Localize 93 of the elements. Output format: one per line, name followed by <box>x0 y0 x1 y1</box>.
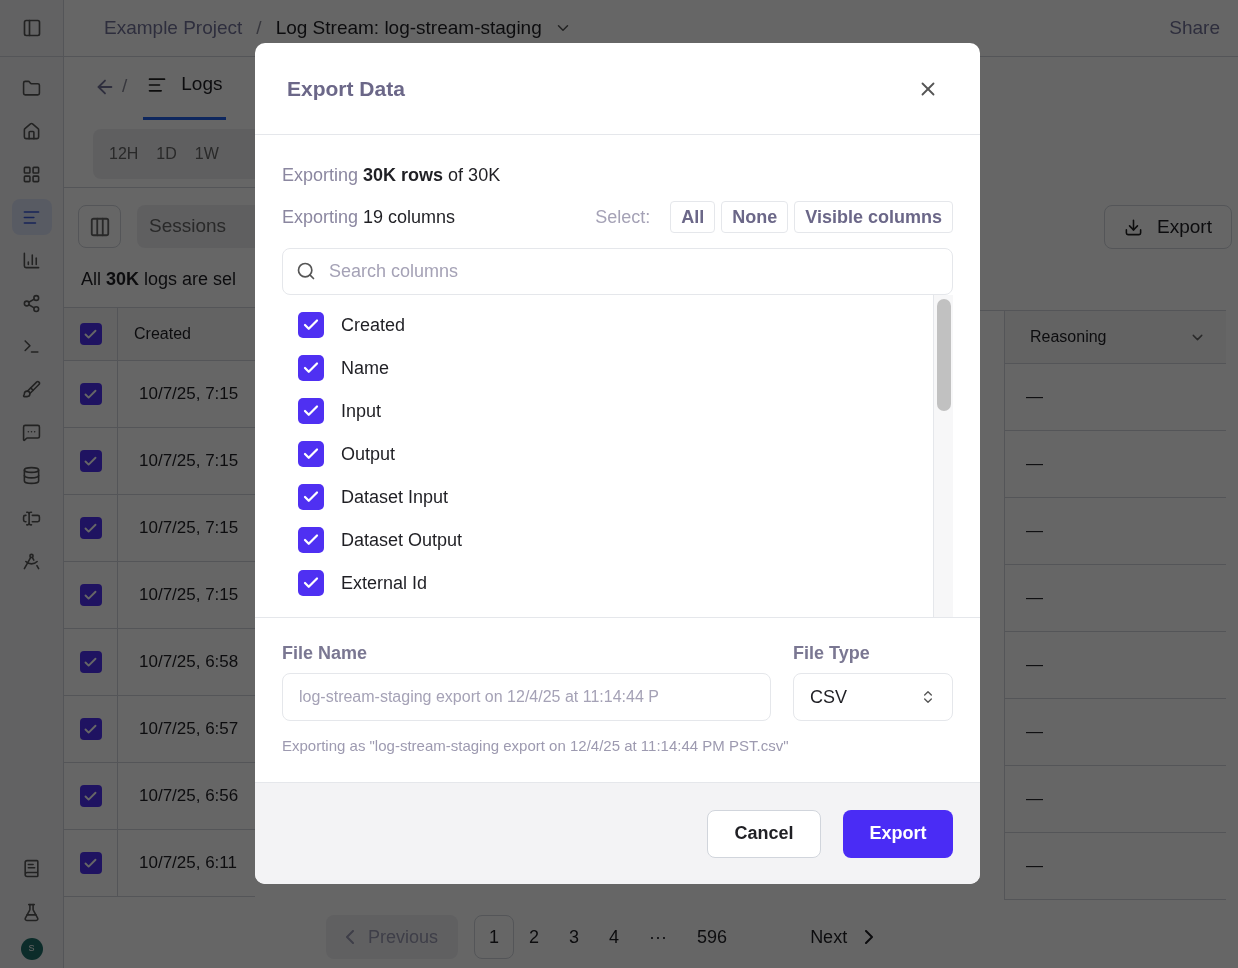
page-button[interactable]: 596 <box>682 915 743 959</box>
table-cell-text: 10/7/25, 7:15 <box>138 450 239 473</box>
table-cell-text: 10/7/25, 7:15 <box>138 383 239 406</box>
select-option-button[interactable]: None <box>721 201 789 233</box>
field-label: File Type <box>793 642 871 665</box>
rows-summary: Exporting 30K rows of 30K <box>282 164 502 187</box>
column-option[interactable]: Dataset Output <box>298 526 933 554</box>
table-cell-text: — <box>1026 520 1043 543</box>
brush-icon <box>22 379 41 399</box>
file-type-select[interactable]: CSV <box>793 673 953 721</box>
checkbox[interactable] <box>298 355 324 381</box>
selection-note: All 30K logs are sel <box>80 268 238 291</box>
checkbox[interactable] <box>79 323 102 345</box>
search-field[interactable]: Search columns <box>282 248 953 295</box>
file-name-field[interactable]: log-stream-staging export on 12/4/25 at 11:14:44 P <box>282 673 771 721</box>
breadcrumb-separator: / <box>256 15 262 40</box>
checkbox[interactable] <box>79 785 102 807</box>
checkbox[interactable] <box>79 517 102 539</box>
share-link[interactable]: Share <box>1169 13 1220 43</box>
table-cell-text: 10/7/25, 6:11 <box>138 852 237 875</box>
columns-icon <box>88 215 111 238</box>
columns-button[interactable] <box>78 205 121 248</box>
column-option[interactable]: Name <box>298 354 933 382</box>
export-button[interactable]: Export <box>843 809 953 858</box>
table-cell-text: 10/7/25, 7:15 <box>138 584 239 607</box>
grid-icon <box>22 164 41 184</box>
checkbox[interactable] <box>298 484 324 510</box>
table-cell-text: — <box>1026 654 1043 677</box>
breadcrumb-current[interactable]: Log Stream: log-stream-staging <box>275 13 542 43</box>
field-label: File Name <box>282 642 369 665</box>
table-cell-text: 10/7/25, 7:15 <box>138 517 239 540</box>
chevron-right-icon <box>865 930 874 944</box>
column-option[interactable]: Output <box>298 440 933 468</box>
cancel-button[interactable]: Cancel <box>707 809 821 858</box>
select-label: Select: <box>595 205 651 229</box>
checkbox[interactable] <box>298 398 324 424</box>
export-button[interactable]: Export <box>1104 205 1232 249</box>
column-option[interactable]: Created <box>298 311 933 339</box>
export-filename-hint: Exporting as "log-stream-staging export on 12/4/25 at 11:14:44 PM PST.csv" <box>282 736 790 756</box>
checkbox[interactable] <box>298 312 324 338</box>
compass-icon <box>22 551 41 571</box>
page-button[interactable]: 4 <box>594 915 635 959</box>
tab[interactable]: Logs <box>143 66 227 120</box>
select-option-button[interactable]: Visible columns <box>794 201 953 233</box>
download-icon <box>1124 217 1144 237</box>
column-option[interactable]: External Id <box>298 569 933 597</box>
flask-icon <box>22 902 41 922</box>
columns-summary: Exporting 19 columns <box>282 205 456 229</box>
chevron-left-icon <box>346 930 354 944</box>
checkbox[interactable] <box>79 450 102 472</box>
checkbox[interactable] <box>79 383 102 405</box>
page-button[interactable]: ··· <box>634 915 683 959</box>
column-header[interactable]: Created <box>118 322 191 346</box>
search-icon <box>296 261 316 281</box>
book-icon <box>22 858 41 878</box>
home-icon <box>22 121 41 141</box>
table-cell-text: — <box>1026 788 1043 811</box>
table-cell-text: — <box>1026 855 1043 878</box>
checkbox[interactable] <box>79 651 102 673</box>
nodes-icon <box>22 293 41 313</box>
path-separator: / <box>122 73 128 98</box>
table-cell-text: 10/7/25, 6:57 <box>138 718 239 741</box>
select-option-button[interactable]: All <box>670 201 716 233</box>
page-button[interactable]: 1 <box>474 915 515 959</box>
dialog-title: Export Data <box>287 75 405 102</box>
column-option[interactable]: Dataset Input <box>298 483 933 511</box>
nav-button[interactable] <box>11 199 52 235</box>
checkbox[interactable] <box>298 441 324 467</box>
avatar[interactable]: S <box>20 938 43 960</box>
table-cell-text: — <box>1026 721 1043 744</box>
scrollbar[interactable] <box>933 295 953 617</box>
checkbox[interactable] <box>298 570 324 596</box>
text-cursor-icon <box>22 508 41 528</box>
message-icon <box>22 422 41 442</box>
checkbox[interactable] <box>79 718 102 740</box>
table-cell-text: 10/7/25, 6:58 <box>138 651 239 674</box>
checkbox[interactable] <box>298 527 324 553</box>
breadcrumb-link[interactable]: Example Project <box>104 13 243 43</box>
column-header[interactable]: Reasoning <box>1030 325 1107 349</box>
bar-chart-icon <box>22 250 41 270</box>
folder-icon <box>22 78 41 98</box>
page-button[interactable]: 3 <box>554 915 595 959</box>
panel-icon <box>21 18 42 38</box>
database-icon <box>22 465 41 485</box>
checkbox[interactable] <box>79 852 102 874</box>
table-cell-text: — <box>1026 587 1043 610</box>
column-option[interactable]: Input <box>298 397 933 425</box>
table-cell-text: 10/7/25, 6:56 <box>138 785 239 808</box>
next-button[interactable]: Next <box>790 915 894 959</box>
table-cell-text: — <box>1026 386 1043 409</box>
table-cell-text: — <box>1026 453 1043 476</box>
checkbox[interactable] <box>79 584 102 606</box>
page-button[interactable]: 2 <box>514 915 555 959</box>
